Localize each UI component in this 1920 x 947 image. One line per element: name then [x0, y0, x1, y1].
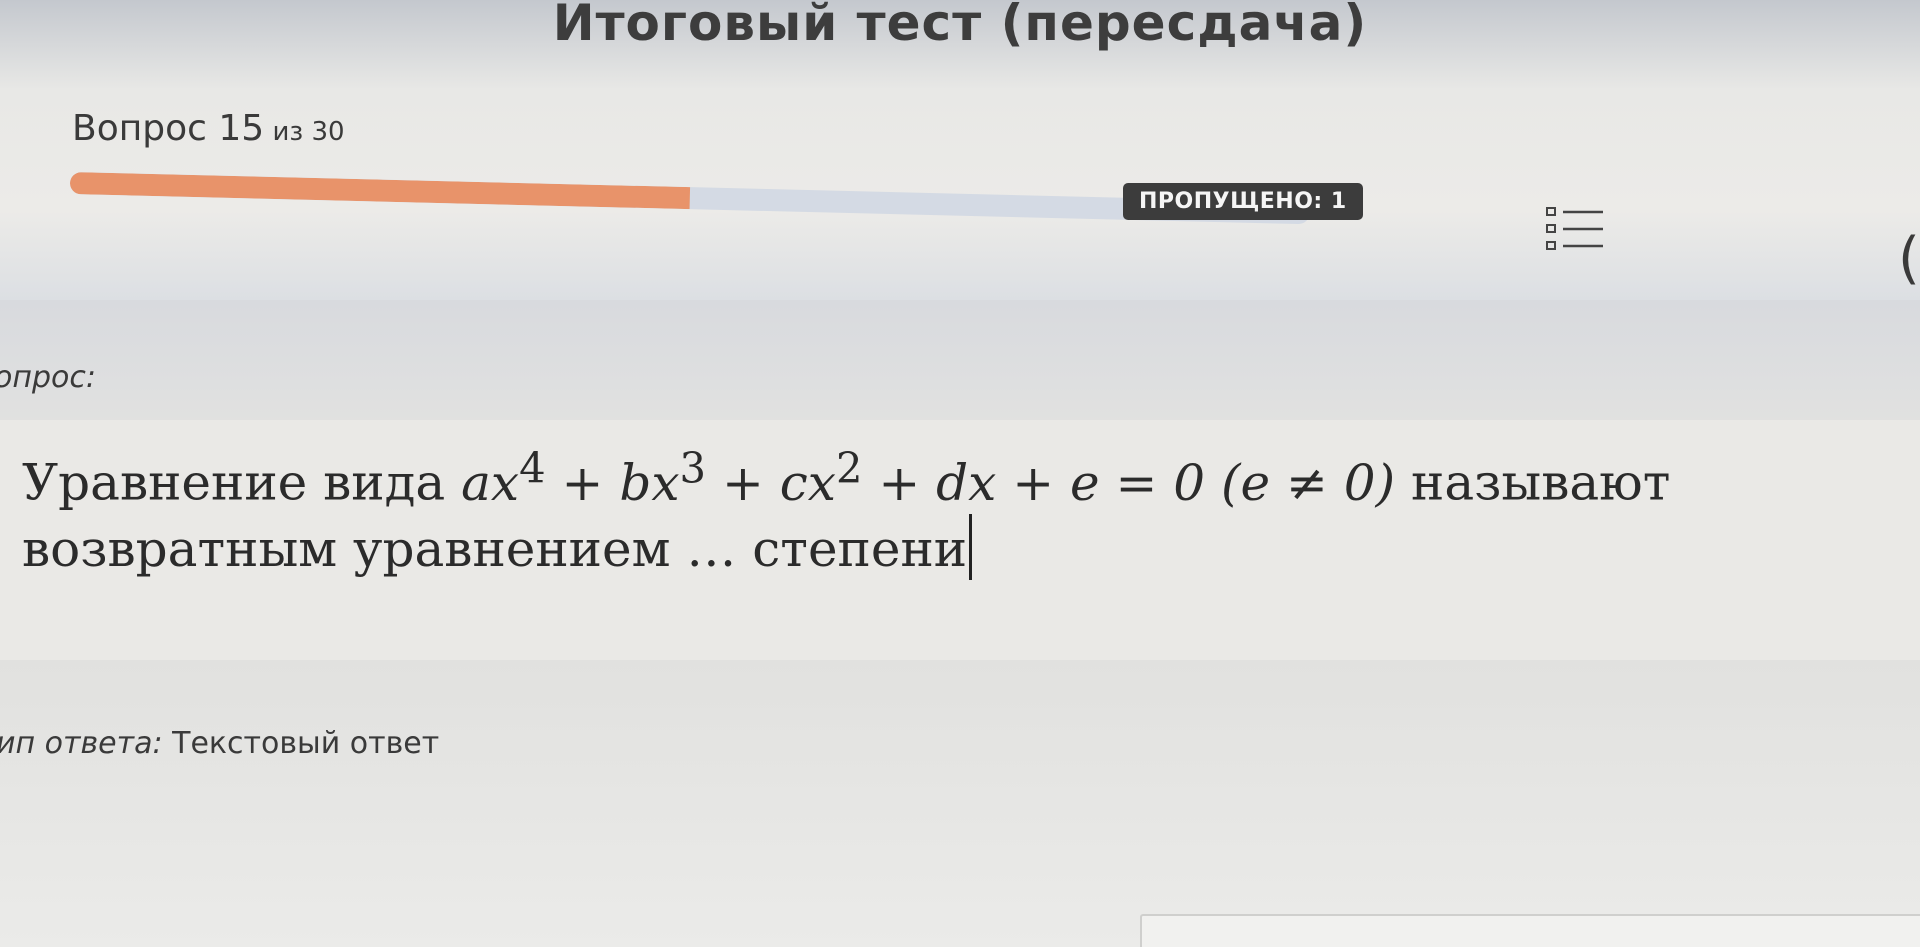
question-counter: Вопрос 15 из 30 [72, 108, 345, 149]
question-label: опрос: [0, 360, 96, 395]
question-text-before: Уравнение вида [22, 453, 462, 512]
answer-input[interactable] [1140, 914, 1920, 947]
answer-background [0, 660, 1920, 947]
equation-term-cx: + cx [706, 453, 836, 512]
equation-exponent-4: 4 [519, 443, 546, 492]
question-text: Уравнение вида ax4 + bx3 + cx2 + dx + e … [22, 442, 1902, 580]
question-equation: ax4 + bx3 + cx2 + dx + e = 0 (e ≠ 0) [461, 443, 1396, 512]
edge-paren-fragment: ( [1898, 226, 1920, 291]
equation-exponent-2: 2 [835, 443, 863, 492]
answer-type-value: Текстовый ответ [162, 726, 440, 761]
question-counter-prefix: Вопрос [72, 108, 219, 149]
answer-type: ип ответа: Текстовый ответ [0, 726, 439, 761]
question-total: из 30 [264, 117, 345, 147]
equation-term-bx: + bx [545, 453, 680, 512]
question-list-icon[interactable] [1545, 206, 1607, 264]
skipped-badge[interactable]: ПРОПУЩЕНО: 1 [1123, 183, 1363, 220]
question-number: 15 [218, 108, 265, 149]
equation-term-rest: + dx + e = 0 (e ≠ 0) [862, 453, 1396, 512]
text-caret [969, 513, 973, 580]
test-title: Итоговый тест (пересдача) [552, 0, 1368, 52]
equation-term-ax: ax [461, 453, 520, 512]
answer-type-label: ип ответа: [0, 726, 163, 761]
equation-exponent-3: 3 [679, 443, 707, 492]
